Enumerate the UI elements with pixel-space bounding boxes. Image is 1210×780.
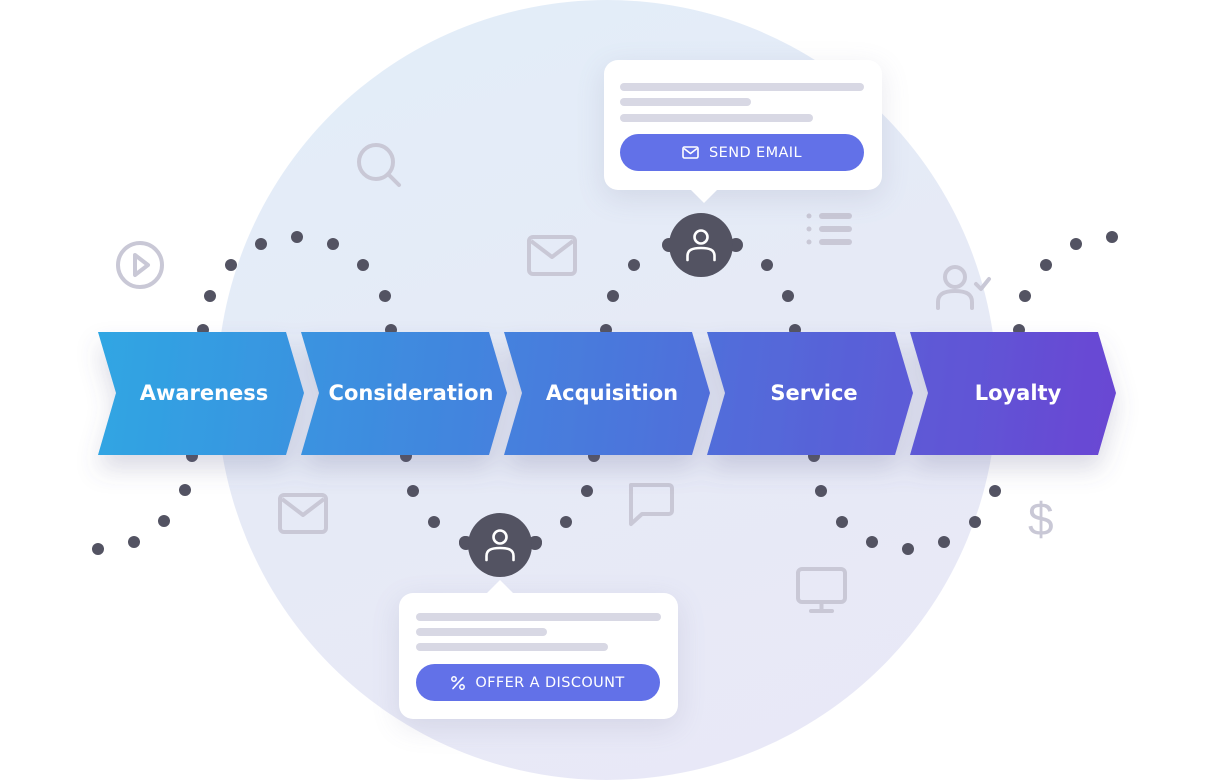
customer-avatar-top[interactable]: [669, 213, 733, 277]
placeholder-text-line: [620, 98, 751, 106]
stage-awareness-label: Awareness: [139, 381, 269, 405]
placeholder-text-line: [620, 83, 864, 91]
card-pointer: [691, 190, 717, 203]
stage-acquisition-label: Acquisition: [545, 381, 679, 405]
placeholder-text-line: [416, 643, 608, 651]
stage-loyalty-label: Loyalty: [974, 381, 1062, 405]
send-email-button-label: SEND EMAIL: [709, 144, 802, 161]
send-email-card: SEND EMAIL: [604, 60, 882, 203]
envelope-icon: [682, 146, 699, 159]
placeholder-text-line: [416, 613, 661, 621]
placeholder-text-line: [416, 628, 547, 636]
customer-avatar-bottom[interactable]: [468, 513, 532, 577]
stage-consideration-label: Consideration: [328, 381, 494, 405]
user-icon: [686, 229, 716, 262]
offer-discount-button-label: OFFER A DISCOUNT: [475, 674, 625, 691]
placeholder-text-line: [620, 114, 813, 122]
offer-discount-button[interactable]: OFFER A DISCOUNT: [416, 664, 660, 701]
percent-icon: [451, 675, 466, 690]
stage-service-label: Service: [770, 381, 858, 405]
send-email-button[interactable]: SEND EMAIL: [620, 134, 864, 171]
card-pointer: [487, 580, 513, 593]
offer-discount-card: OFFER A DISCOUNT: [399, 580, 678, 719]
user-icon: [485, 529, 515, 562]
